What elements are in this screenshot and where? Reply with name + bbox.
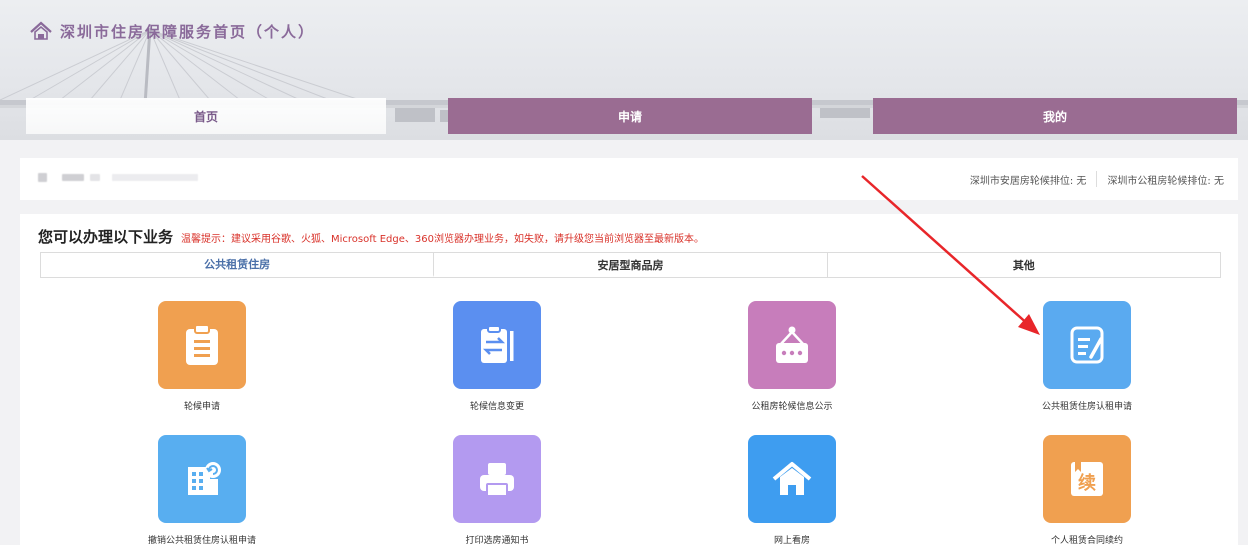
main-nav: 首页 申请 我的 <box>0 98 1248 134</box>
printer-icon[interactable] <box>453 435 541 523</box>
panel-header: 您可以办理以下业务 温馨提示：建议采用谷歌、火狐、Microsoft Edge、… <box>38 226 704 247</box>
renew-contract-icon[interactable]: 续 <box>1043 435 1131 523</box>
business-panel: 您可以办理以下业务 温馨提示：建议采用谷歌、火狐、Microsoft Edge、… <box>20 214 1238 545</box>
service-label: 轮候信息变更 <box>469 402 524 412</box>
exchange-document-icon[interactable] <box>453 301 541 389</box>
service-print-notice[interactable]: 打印选房通知书 <box>407 435 587 545</box>
nav-tab-mine[interactable]: 我的 <box>873 98 1237 134</box>
anju-queue-status: 深圳市安居房轮候排位: 无 <box>969 175 1087 187</box>
service-label: 网上看房 <box>773 536 810 545</box>
redacted-avatar <box>38 173 47 182</box>
service-cancel-rental-apply[interactable]: 撤销公共租赁住房认租申请 <box>112 435 292 545</box>
tab-affordable-housing[interactable]: 安居型商品房 <box>434 253 828 277</box>
browser-tip: 温馨提示：建议采用谷歌、火狐、Microsoft Edge、360浏览器办理业务… <box>181 234 704 245</box>
service-queue-apply[interactable]: 轮候申请 <box>112 301 292 412</box>
category-tabs: 公共租赁住房 安居型商品房 其他 <box>40 252 1221 278</box>
service-label: 打印选房通知书 <box>465 536 529 545</box>
nav-tab-apply[interactable]: 申请 <box>448 98 812 134</box>
edit-document-icon[interactable] <box>1043 301 1131 389</box>
notice-board-icon[interactable] <box>748 301 836 389</box>
tab-public-rental[interactable]: 公共租赁住房 <box>41 253 435 277</box>
service-public-rental-apply[interactable]: 公共租赁住房认租申请 <box>997 301 1177 412</box>
service-rental-queue-notice[interactable]: 公租房轮候信息公示 <box>702 301 882 412</box>
service-label: 个人租赁合同续约 <box>1050 536 1123 545</box>
user-info-bar: 深圳市安居房轮候排位: 无 深圳市公租房轮候排位: 无 <box>20 158 1238 200</box>
queue-info: 深圳市安居房轮候排位: 无 深圳市公租房轮候排位: 无 <box>970 158 1224 200</box>
panel-title: 您可以办理以下业务 <box>38 228 174 246</box>
tab-other[interactable]: 其他 <box>827 253 1220 277</box>
redacted-id <box>90 174 100 181</box>
service-label: 撤销公共租赁住房认租申请 <box>147 536 256 545</box>
page-header: 深圳市住房保障服务首页（个人） 首页 申请 我的 <box>0 0 1248 140</box>
service-label: 公租房轮候信息公示 <box>751 402 833 412</box>
brand[interactable]: 深圳市住房保障服务首页（个人） <box>30 18 315 44</box>
service-label: 轮候申请 <box>183 402 220 412</box>
nav-tab-home[interactable]: 首页 <box>26 98 386 134</box>
page-title: 深圳市住房保障服务首页（个人） <box>60 22 316 41</box>
redacted-name <box>62 174 84 181</box>
renew-char: 续 <box>1078 472 1096 494</box>
redacted-id-2 <box>112 174 198 181</box>
divider <box>1096 171 1098 187</box>
service-queue-info-change[interactable]: 轮候信息变更 <box>407 301 587 412</box>
house-logo-icon <box>30 21 52 40</box>
home-icon[interactable] <box>748 435 836 523</box>
service-label: 公共租赁住房认租申请 <box>1041 402 1132 412</box>
building-undo-icon[interactable] <box>158 435 246 523</box>
clipboard-icon[interactable] <box>158 301 246 389</box>
service-online-viewing[interactable]: 网上看房 <box>702 435 882 545</box>
service-contract-renewal[interactable]: 续 个人租赁合同续约 <box>997 435 1177 545</box>
gongzu-queue-status: 深圳市公租房轮候排位: 无 <box>1107 175 1224 187</box>
